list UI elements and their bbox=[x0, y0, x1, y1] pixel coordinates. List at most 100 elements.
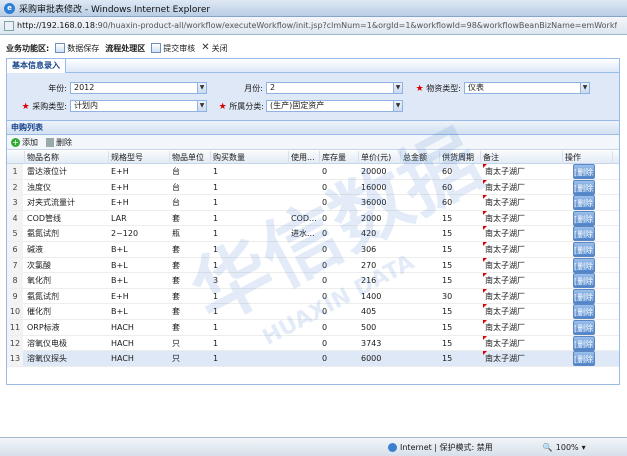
col-supply-period-header[interactable]: 供货周期 bbox=[440, 151, 481, 164]
col-stock-cell[interactable]: 0 bbox=[320, 211, 359, 226]
col-stock-cell[interactable]: 0 bbox=[320, 289, 359, 304]
col-remark-cell[interactable]: 南太子湖厂 bbox=[481, 226, 563, 241]
col-stock-cell[interactable]: 0 bbox=[320, 304, 359, 319]
col-total-cell[interactable] bbox=[401, 180, 440, 195]
material-type-select[interactable]: 仪表 ▼ bbox=[464, 82, 590, 94]
col-unit-price-cell[interactable]: 216 bbox=[359, 273, 401, 288]
col-usage-cell[interactable] bbox=[289, 180, 320, 195]
col-item-name-cell[interactable]: COD管线 bbox=[25, 211, 109, 226]
col-unit-price-header[interactable]: 单价(元) bbox=[359, 151, 401, 164]
col-quantity-cell[interactable]: 1 bbox=[211, 304, 289, 319]
col-total-cell[interactable] bbox=[401, 289, 440, 304]
delete-row-button[interactable]: 删除 bbox=[46, 137, 72, 148]
col-quantity-cell[interactable]: 1 bbox=[211, 258, 289, 273]
month-select[interactable]: 2 ▼ bbox=[266, 82, 403, 94]
zoom-control[interactable]: 🔍 100% ▾ bbox=[543, 443, 586, 452]
col-unit-price-cell[interactable]: 270 bbox=[359, 258, 401, 273]
purchase-type-select[interactable]: 计划内 ▼ bbox=[70, 100, 207, 112]
row-delete-button[interactable]: [删除] bbox=[573, 335, 595, 351]
col-unit-cell[interactable]: 只 bbox=[170, 351, 211, 366]
chevron-down-icon[interactable]: ▾ bbox=[582, 443, 586, 452]
col-item-name-cell[interactable]: 催化剂 bbox=[25, 304, 109, 319]
col-remark-cell[interactable]: 南太子湖厂 bbox=[481, 335, 563, 351]
col-stock-cell[interactable]: 0 bbox=[320, 195, 359, 210]
col-unit-price-cell[interactable]: 20000 bbox=[359, 164, 401, 179]
table-row[interactable]: 13 溶氧仪探头 HACH 只 1 0 6000 15 南太子湖厂 [删除] bbox=[7, 351, 619, 367]
row-delete-button[interactable]: [删除] bbox=[573, 288, 595, 304]
row-delete-button[interactable]: [删除] bbox=[573, 179, 595, 195]
col-unit-price-cell[interactable]: 306 bbox=[359, 242, 401, 257]
col-item-name-cell[interactable]: 次氯酸 bbox=[25, 258, 109, 273]
col-unit-price-cell[interactable]: 500 bbox=[359, 320, 401, 335]
category-select[interactable]: (生产)固定资产 ▼ bbox=[266, 100, 403, 112]
table-row[interactable]: 5 氨氮试剂 2~120 瓶 1 进水... 0 420 15 南太子湖厂 [删除] bbox=[7, 226, 619, 242]
col-usage-cell[interactable] bbox=[289, 336, 320, 351]
table-row[interactable]: 12 溶氧仪电极 HACH 只 1 0 3743 15 南太子湖厂 [删除] bbox=[7, 335, 619, 352]
col-quantity-cell[interactable]: 1 bbox=[211, 320, 289, 335]
col-model-cell[interactable]: E+H bbox=[109, 164, 170, 179]
col-unit-cell[interactable]: 台 bbox=[170, 180, 211, 195]
col-unit-cell[interactable]: 套 bbox=[170, 242, 211, 257]
col-usage-cell[interactable] bbox=[289, 351, 320, 366]
col-remark-cell[interactable]: 南太子湖厂 bbox=[481, 210, 563, 226]
submit-review-button[interactable]: 提交审核 bbox=[151, 43, 195, 54]
row-delete-button[interactable]: [删除] bbox=[573, 226, 595, 242]
security-zone[interactable]: Internet | 保护模式: 禁用 bbox=[388, 442, 493, 453]
col-supply-period-cell[interactable]: 60 bbox=[440, 195, 481, 210]
col-unit-cell[interactable]: 台 bbox=[170, 164, 211, 179]
table-row[interactable]: 8 氧化剂 B+L 套 3 0 216 15 南太子湖厂 [删除] bbox=[7, 273, 619, 289]
col-total-cell[interactable] bbox=[401, 351, 440, 366]
col-usage-cell[interactable] bbox=[289, 258, 320, 273]
col-usage-header[interactable]: 使用... bbox=[289, 151, 320, 164]
col-unit-cell[interactable]: 套 bbox=[170, 211, 211, 226]
col-stock-cell[interactable]: 0 bbox=[320, 273, 359, 288]
col-model-cell[interactable]: E+H bbox=[109, 180, 170, 195]
col-usage-cell[interactable] bbox=[289, 273, 320, 288]
col-model-cell[interactable]: LAR bbox=[109, 211, 170, 226]
col-stock-header[interactable]: 库存量 bbox=[320, 151, 359, 164]
col-model-cell[interactable]: B+L bbox=[109, 242, 170, 257]
row-delete-button[interactable]: [删除] bbox=[573, 257, 595, 273]
col-usage-cell[interactable] bbox=[289, 304, 320, 319]
col-item-name-cell[interactable]: 浊度仪 bbox=[25, 180, 109, 195]
col-stock-cell[interactable]: 0 bbox=[320, 164, 359, 179]
col-total-cell[interactable] bbox=[401, 258, 440, 273]
col-total-cell[interactable] bbox=[401, 336, 440, 351]
col-total-cell[interactable] bbox=[401, 320, 440, 335]
table-row[interactable]: 7 次氯酸 B+L 套 1 0 270 15 南太子湖厂 [删除] bbox=[7, 257, 619, 274]
table-row[interactable]: 11 ORP标液 HACH 套 1 0 500 15 南太子湖厂 [删除] bbox=[7, 319, 619, 336]
col-item-name-header[interactable]: 物品名称 bbox=[25, 151, 109, 164]
table-row[interactable]: 10 催化剂 B+L 套 1 0 405 15 南太子湖厂 [删除] bbox=[7, 304, 619, 320]
col-remark-cell[interactable]: 南太子湖厂 bbox=[481, 319, 563, 335]
col-model-cell[interactable]: 2~120 bbox=[109, 226, 170, 241]
col-total-cell[interactable] bbox=[401, 226, 440, 241]
row-delete-button[interactable]: [删除] bbox=[573, 164, 595, 179]
col-usage-cell[interactable]: COD... bbox=[289, 211, 320, 226]
row-delete-button[interactable]: [删除] bbox=[573, 304, 595, 320]
col-model-cell[interactable]: E+H bbox=[109, 195, 170, 210]
col-remark-cell[interactable]: 南太子湖厂 bbox=[481, 164, 563, 179]
col-quantity-cell[interactable]: 3 bbox=[211, 273, 289, 288]
col-unit-cell[interactable]: 套 bbox=[170, 320, 211, 335]
table-row[interactable]: 9 氨氮试剂 E+H 套 1 0 1400 30 南太子湖厂 [删除] bbox=[7, 288, 619, 305]
col-item-name-cell[interactable]: 氧化剂 bbox=[25, 273, 109, 288]
col-supply-period-cell[interactable]: 15 bbox=[440, 258, 481, 273]
col-quantity-cell[interactable]: 1 bbox=[211, 211, 289, 226]
col-stock-cell[interactable]: 0 bbox=[320, 351, 359, 366]
col-supply-period-cell[interactable]: 30 bbox=[440, 289, 481, 304]
col-supply-period-cell[interactable]: 60 bbox=[440, 164, 481, 179]
save-button[interactable]: 数据保存 bbox=[55, 43, 99, 54]
col-operation-header[interactable]: 操作 bbox=[563, 151, 613, 164]
col-supply-period-cell[interactable]: 15 bbox=[440, 226, 481, 241]
material-type-dropdown-icon[interactable]: ▼ bbox=[580, 83, 589, 93]
col-supply-period-cell[interactable]: 15 bbox=[440, 273, 481, 288]
col-unit-cell[interactable]: 台 bbox=[170, 195, 211, 210]
col-item-name-cell[interactable]: 碱液 bbox=[25, 242, 109, 257]
col-model-cell[interactable]: HACH bbox=[109, 320, 170, 335]
col-unit-price-cell[interactable]: 6000 bbox=[359, 351, 401, 366]
row-delete-button[interactable]: [删除] bbox=[573, 195, 595, 211]
table-row[interactable]: 3 对夹式流量计 E+H 台 1 0 36000 60 南太子湖厂 [删除] bbox=[7, 195, 619, 211]
col-stock-cell[interactable]: 0 bbox=[320, 226, 359, 241]
col-total-cell[interactable] bbox=[401, 211, 440, 226]
col-item-name-cell[interactable]: 氨氮试剂 bbox=[25, 289, 109, 304]
